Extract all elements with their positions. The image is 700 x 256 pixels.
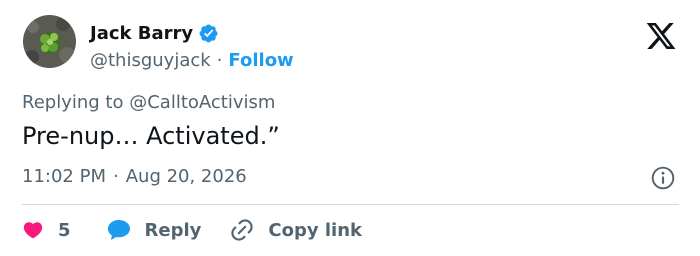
like-count: 5 bbox=[58, 219, 71, 241]
replying-to-prefix: Replying to bbox=[22, 92, 124, 113]
heart-icon bbox=[22, 219, 44, 241]
replying-to-line: Replying to @CalltoActivism bbox=[22, 92, 275, 113]
replying-to-mention[interactable]: @CalltoActivism bbox=[129, 92, 275, 113]
tweet-text: Pre-nup… Activated.” bbox=[22, 122, 280, 150]
tweet-date: Aug 20, 2026 bbox=[125, 166, 247, 187]
divider bbox=[22, 204, 679, 205]
reply-bubble-icon bbox=[106, 218, 132, 242]
x-logo-icon[interactable] bbox=[645, 20, 677, 52]
reply-label: Reply bbox=[144, 219, 202, 241]
separator-dot: · bbox=[112, 166, 119, 187]
follow-button[interactable]: Follow bbox=[228, 50, 293, 71]
action-bar: 5 Reply Copy link bbox=[22, 216, 362, 244]
author-handle[interactable]: @thisguyjack bbox=[90, 50, 211, 71]
verified-badge-icon bbox=[198, 23, 219, 44]
like-button[interactable]: 5 bbox=[22, 219, 71, 241]
tweet-time: 11:02 PM bbox=[22, 166, 106, 187]
info-icon[interactable] bbox=[650, 165, 676, 191]
author-name[interactable]: Jack Barry bbox=[90, 23, 193, 44]
tweet-embed-card: Jack Barry @thisguyjack · Follow Replyin… bbox=[0, 0, 700, 256]
reply-button[interactable]: Reply bbox=[106, 218, 202, 242]
copy-link-label: Copy link bbox=[268, 219, 362, 241]
avatar-image bbox=[23, 15, 76, 68]
author-name-row: Jack Barry bbox=[90, 20, 219, 46]
copy-link-button[interactable]: Copy link bbox=[229, 217, 362, 243]
link-icon bbox=[229, 217, 255, 243]
avatar[interactable] bbox=[23, 15, 76, 68]
separator-dot: · bbox=[216, 49, 223, 71]
tweet-timestamp[interactable]: 11:02 PM · Aug 20, 2026 bbox=[22, 166, 247, 187]
author-handle-row: @thisguyjack · Follow bbox=[90, 47, 294, 73]
